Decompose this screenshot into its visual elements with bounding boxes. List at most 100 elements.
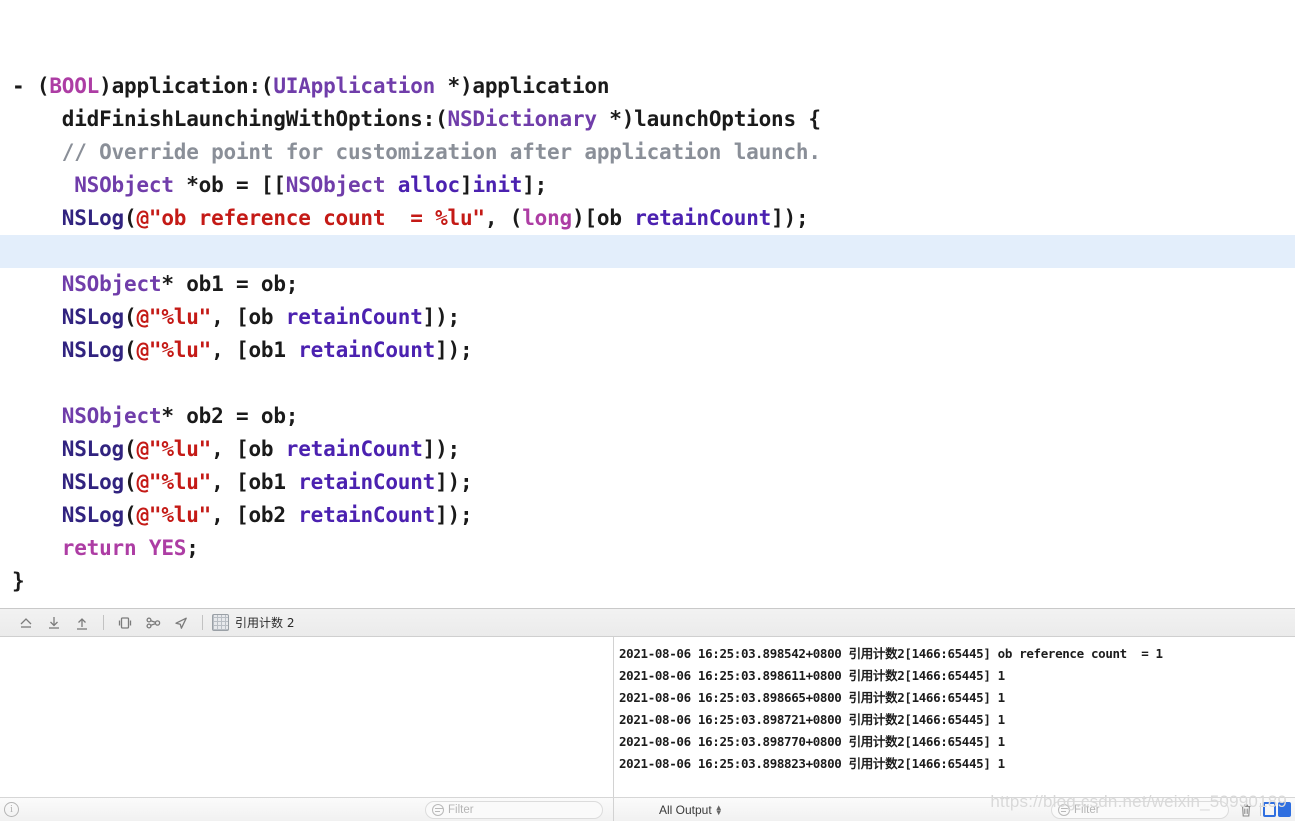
- code-token: ]: [459, 173, 473, 197]
- toggle-variables-pane-icon[interactable]: [1263, 801, 1276, 817]
- code-token: YES: [148, 536, 187, 560]
- code-token: NSObject: [61, 404, 162, 428]
- info-icon[interactable]: i: [4, 802, 19, 817]
- hide-debug-area-button[interactable]: [12, 611, 40, 635]
- code-token: @"ob reference count = %lu": [136, 206, 485, 230]
- code-line[interactable]: NSLog(@"%lu", [ob1 retainCount]);: [0, 466, 1295, 499]
- code-token: (: [124, 305, 137, 329]
- console-log-line: 2021-08-06 16:25:03.898611+0800 引用计数2[14…: [619, 668, 1005, 683]
- code-token: NSLog: [61, 206, 124, 230]
- code-line[interactable]: NSLog(@"%lu", [ob retainCount]);: [0, 433, 1295, 466]
- code-line[interactable]: NSLog(@"ob reference count = %lu", (long…: [0, 202, 1295, 235]
- code-token: retainCount: [634, 206, 772, 230]
- code-token: @"%lu": [136, 503, 212, 527]
- code-token: ;: [186, 536, 199, 560]
- code-token: , [ob1: [211, 470, 299, 494]
- code-token: retainCount: [298, 470, 436, 494]
- console-filter-placeholder: Filter: [1074, 803, 1100, 816]
- filter-icon: [1058, 803, 1070, 816]
- clear-console-button[interactable]: [1239, 803, 1253, 821]
- code-line[interactable]: - (BOOL)application:(UIApplication *)app…: [0, 70, 1295, 103]
- code-token: NSObject: [74, 173, 174, 197]
- console-log-line: 2021-08-06 16:25:03.898770+0800 引用计数2[14…: [619, 734, 1005, 749]
- code-line[interactable]: didFinishLaunchingWithOptions:(NSDiction…: [0, 103, 1295, 136]
- source-editor[interactable]: - (BOOL)application:(UIApplication *)app…: [0, 0, 1295, 608]
- step-into-button[interactable]: [40, 611, 68, 635]
- code-line[interactable]: NSLog(@"%lu", [ob2 retainCount]);: [0, 499, 1295, 532]
- filter-icon: [432, 803, 444, 816]
- code-token: NSLog: [61, 338, 124, 362]
- code-block[interactable]: - (BOOL)application:(UIApplication *)app…: [0, 0, 1295, 598]
- code-token: return: [61, 536, 137, 560]
- location-arrow-icon: [175, 617, 187, 629]
- code-token: @"%lu": [136, 470, 212, 494]
- variables-filter-input[interactable]: Filter: [425, 800, 603, 819]
- code-token: ]);: [435, 503, 473, 527]
- code-token: NSLog: [61, 503, 124, 527]
- code-token: didFinishLaunchingWithOptions:(: [12, 107, 448, 131]
- code-line[interactable]: [0, 235, 1295, 268]
- trash-icon: [1241, 804, 1251, 817]
- console-output[interactable]: 2021-08-06 16:25:03.898542+0800 引用计数2[14…: [614, 637, 1295, 797]
- upload-arrow-icon: [77, 617, 87, 630]
- code-token: NSObject: [285, 173, 386, 197]
- memory-graph-button[interactable]: [139, 611, 167, 635]
- code-token: *)application: [435, 74, 610, 98]
- console-log-line: 2021-08-06 16:25:03.898665+0800 引用计数2[14…: [619, 690, 1005, 705]
- code-token: }: [12, 569, 25, 593]
- code-token: )application:(: [99, 74, 274, 98]
- breadcrumb-label: 引用计数 2: [235, 616, 295, 630]
- pane-toggle-group[interactable]: [1263, 801, 1291, 817]
- code-token: UIApplication: [273, 74, 436, 98]
- code-line[interactable]: NSLog(@"%lu", [ob retainCount]);: [0, 301, 1295, 334]
- code-token: long: [522, 206, 572, 230]
- code-token: init: [472, 173, 523, 197]
- code-token: @"%lu": [136, 305, 212, 329]
- code-token: ]);: [435, 470, 473, 494]
- code-token: NSLog: [61, 437, 124, 461]
- app-grid-icon: [212, 614, 229, 631]
- code-token: BOOL: [49, 74, 100, 98]
- code-token: , [ob: [211, 437, 286, 461]
- toggle-console-pane-icon[interactable]: [1278, 801, 1291, 817]
- code-token: ]);: [422, 305, 461, 329]
- code-line[interactable]: // Override point for customization afte…: [0, 136, 1295, 169]
- code-line[interactable]: [0, 367, 1295, 400]
- simulate-location-button[interactable]: [167, 611, 195, 635]
- download-arrow-icon: [49, 616, 59, 629]
- code-token: @"%lu": [136, 338, 212, 362]
- console-filter-input[interactable]: Filter: [1051, 800, 1229, 819]
- code-line[interactable]: NSObject *ob = [[NSObject alloc]init];: [0, 169, 1295, 202]
- chevron-updown-icon: ▲ ▼: [714, 802, 723, 817]
- view-debug-icon: [118, 616, 132, 629]
- code-token: , [ob: [211, 305, 286, 329]
- code-token: (: [124, 503, 137, 527]
- code-token: NSLog: [61, 470, 124, 494]
- code-line[interactable]: return YES;: [0, 532, 1295, 565]
- code-line[interactable]: NSObject* ob1 = ob;: [0, 268, 1295, 301]
- code-token: retainCount: [285, 305, 423, 329]
- code-token: , [ob1: [211, 338, 299, 362]
- view-hierarchy-button[interactable]: [111, 611, 139, 635]
- step-out-button[interactable]: [68, 611, 96, 635]
- code-token: retainCount: [285, 437, 423, 461]
- output-scope-select[interactable]: All Output ▲ ▼: [659, 803, 723, 817]
- code-line[interactable]: NSObject* ob2 = ob;: [0, 400, 1295, 433]
- debug-status-bar: i Filter All Output ▲ ▼ Filter: [0, 797, 1295, 821]
- code-line[interactable]: NSLog(@"%lu", [ob1 retainCount]);: [0, 334, 1295, 367]
- variables-view[interactable]: [0, 637, 614, 797]
- toolbar-divider-1: [103, 615, 104, 630]
- breadcrumb[interactable]: 引用计数 2: [210, 614, 294, 631]
- xcode-window: - (BOOL)application:(UIApplication *)app…: [0, 0, 1295, 821]
- code-line[interactable]: }: [0, 565, 1295, 598]
- console-log-line: 2021-08-06 16:25:03.898823+0800 引用计数2[14…: [619, 756, 1005, 771]
